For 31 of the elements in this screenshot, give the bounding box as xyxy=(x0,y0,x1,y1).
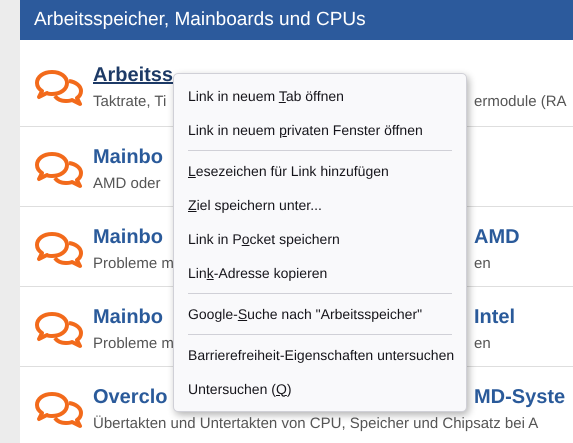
forum-description: Probleme m xyxy=(93,335,174,352)
menu-item[interactable]: Link-Adresse kopieren xyxy=(177,256,463,290)
forum-description: Übertakten und Untertakten von CPU, Speicher und Chipsatz bei A xyxy=(93,415,538,432)
menu-item[interactable]: Untersuchen (Q) xyxy=(177,372,463,406)
forum-title-link[interactable]: AMD xyxy=(474,224,520,250)
forum-title-link[interactable]: Mainbo xyxy=(93,146,163,168)
chat-bubbles-icon xyxy=(34,68,84,108)
forum-title-link[interactable]: Intel xyxy=(474,304,516,330)
forum-title-link[interactable]: Mainbo xyxy=(93,306,163,328)
forum-description: AMD oder xyxy=(93,175,161,192)
menu-item[interactable]: Barrierefreiheit-Eigenschaften untersuchen xyxy=(177,338,463,372)
chat-bubbles-icon xyxy=(34,150,84,190)
menu-item[interactable]: Link in Pocket speichern xyxy=(177,222,463,256)
menu-item[interactable]: Lesezeichen für Link hinzufügen xyxy=(177,154,463,188)
menu-item[interactable]: Link in neuem privaten Fenster öffnen xyxy=(177,113,463,147)
menu-item[interactable]: Ziel speichern unter... xyxy=(177,188,463,222)
forum-description: en xyxy=(474,254,491,274)
forum-title-link[interactable]: MD-Syste xyxy=(474,384,566,410)
chat-bubbles-icon xyxy=(34,310,84,350)
forum-description: ermodule (RA xyxy=(474,92,567,112)
menu-item[interactable]: Google-Suche nach "Arbeitsspeicher" xyxy=(177,297,463,331)
forum-description: Probleme m xyxy=(93,255,174,272)
menu-item[interactable]: Link in neuem Tab öffnen xyxy=(177,79,463,113)
forum-title-link[interactable]: Mainbo xyxy=(93,226,163,248)
forum-title-link[interactable]: Overclo xyxy=(93,386,168,408)
forum-description: Taktrate, Ti xyxy=(93,93,166,110)
forum-title-link[interactable]: Arbeitss xyxy=(93,64,174,86)
chat-bubbles-icon xyxy=(34,390,84,430)
category-header: Arbeitsspeicher, Mainboards und CPUs xyxy=(20,0,573,40)
chat-bubbles-icon xyxy=(34,230,84,270)
forum-description: en xyxy=(474,334,491,354)
